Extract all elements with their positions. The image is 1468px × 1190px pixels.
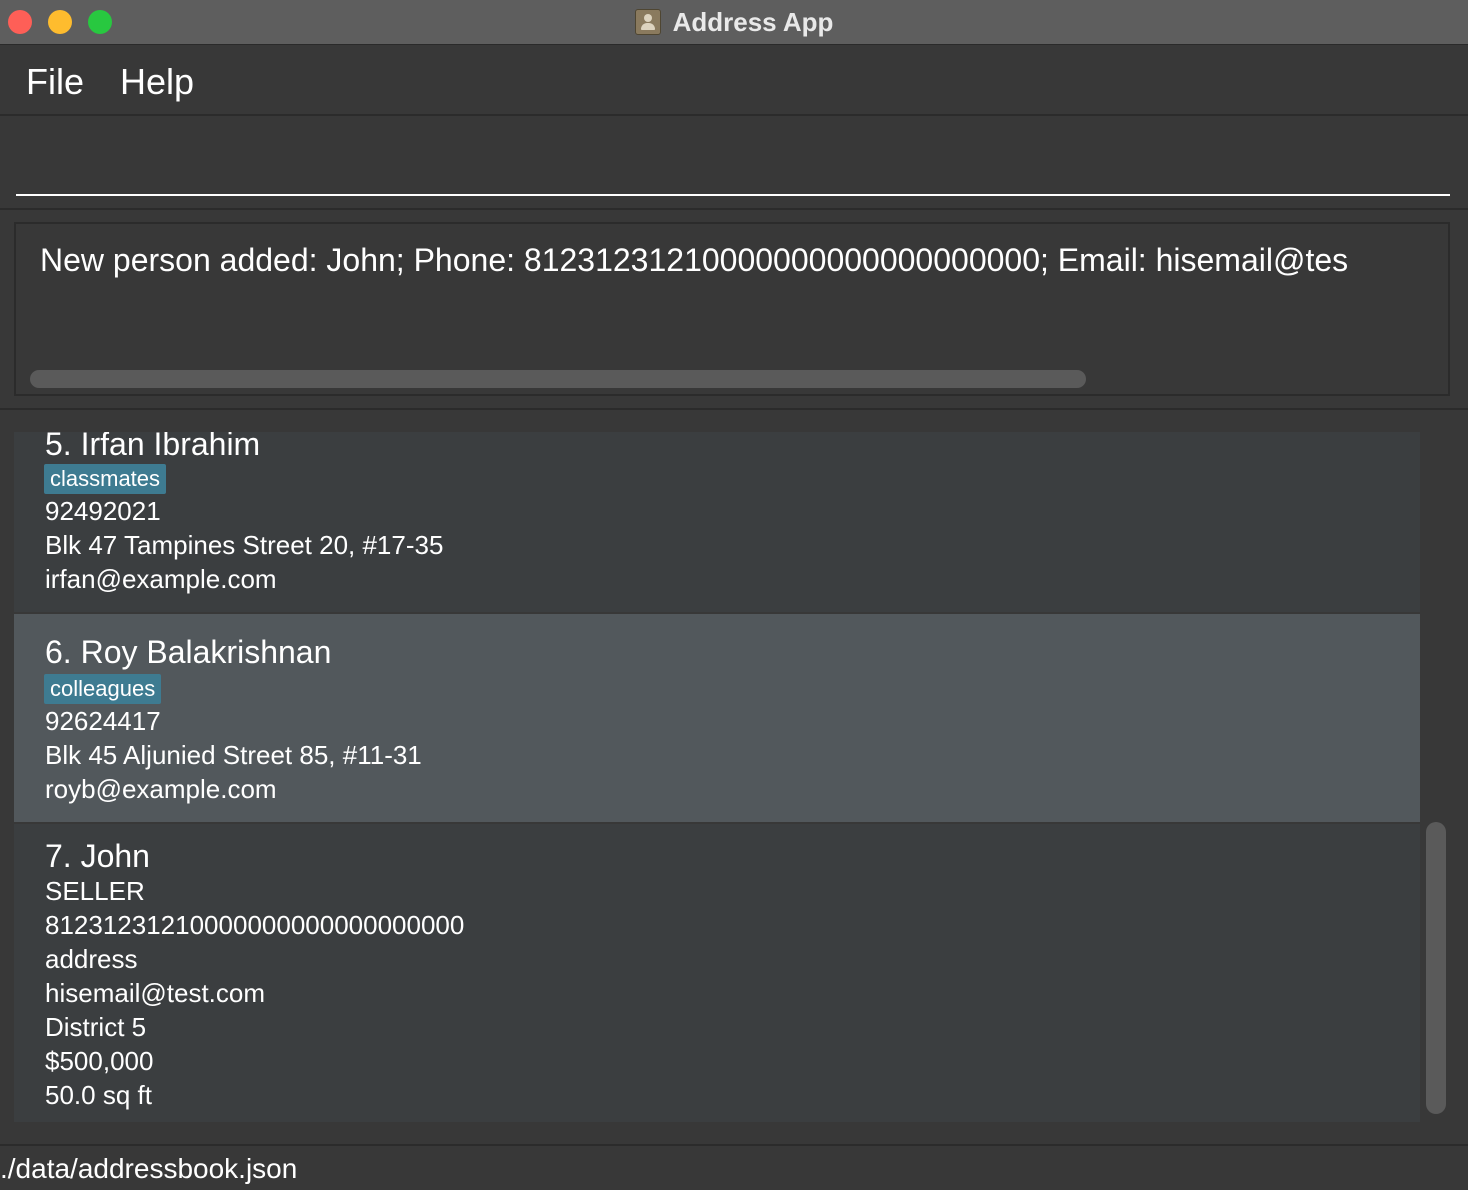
result-horizontal-scrollbar[interactable]: [30, 370, 1086, 388]
title-group: Address App: [0, 0, 1468, 44]
person-email: royb@example.com: [45, 774, 277, 804]
save-file-path: ./data/addressbook.json: [0, 1153, 298, 1184]
command-box: [0, 116, 1468, 210]
result-message: New person added: John; Phone: 812312312…: [40, 242, 1349, 278]
section-divider: [0, 408, 1468, 410]
person-phone: 92624417: [45, 706, 161, 736]
menu-file[interactable]: File: [26, 60, 84, 104]
address-book-icon: [634, 9, 661, 35]
person-phone: 92492021: [45, 496, 161, 526]
person-card[interactable]: 7. John SELLER 8123123121000000000000000…: [14, 824, 1420, 1122]
person-price: $500,000: [45, 1046, 154, 1076]
person-address: Blk 45 Aljunied Street 85, #11-31: [45, 740, 422, 770]
person-name: 7. John: [45, 838, 150, 874]
person-email: irfan@example.com: [45, 564, 277, 594]
window-title: Address App: [672, 6, 834, 37]
person-phone: 81231231210000000000000000000: [45, 910, 465, 940]
person-list[interactable]: 5. Irfan Ibrahim classmates 92492021 Blk…: [14, 432, 1420, 1122]
person-email: hisemail@test.com: [45, 978, 266, 1008]
command-input[interactable]: [16, 116, 1450, 196]
person-name: 6. Roy Balakrishnan: [45, 634, 332, 670]
person-role: SELLER: [45, 876, 145, 906]
person-list-vertical-scrollbar[interactable]: [1426, 822, 1446, 1114]
person-size: 50.0 sq ft: [45, 1080, 152, 1110]
person-name: 5. Irfan Ibrahim: [45, 432, 261, 462]
result-display[interactable]: New person added: John; Phone: 812312312…: [14, 222, 1450, 396]
person-tag: colleagues: [44, 674, 162, 704]
menu-bar: File Help: [0, 50, 1468, 116]
person-address: address: [45, 944, 138, 974]
menu-help[interactable]: Help: [120, 60, 194, 104]
person-card[interactable]: 5. Irfan Ibrahim classmates 92492021 Blk…: [14, 432, 1420, 612]
person-card-selected[interactable]: 6. Roy Balakrishnan colleagues 92624417 …: [14, 614, 1420, 822]
person-district: District 5: [45, 1012, 147, 1042]
person-address: Blk 47 Tampines Street 20, #17-35: [45, 530, 444, 560]
title-bar[interactable]: Address App: [0, 0, 1468, 45]
person-tag: classmates: [44, 464, 167, 494]
status-bar: ./data/addressbook.json: [0, 1144, 1468, 1190]
address-app-window: Address App File Help New person added: …: [0, 0, 1468, 1190]
